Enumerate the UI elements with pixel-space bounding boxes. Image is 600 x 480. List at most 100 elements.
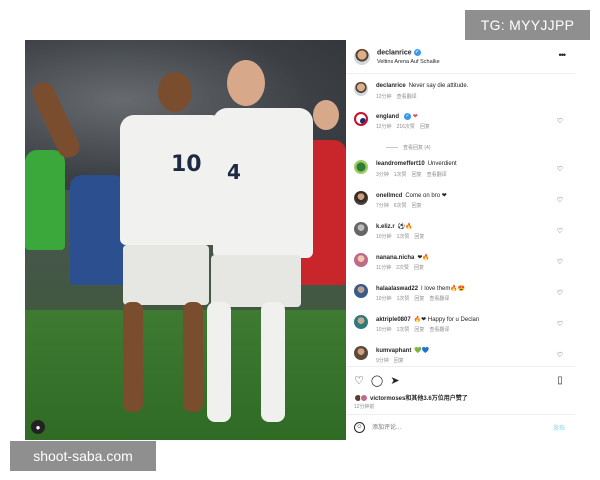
post-photo[interactable]: 10 4 ●	[25, 40, 346, 440]
reply-link[interactable]: 回复	[414, 296, 424, 302]
player-10-shirt	[120, 115, 225, 245]
comment-text: ⚽🔥	[397, 224, 413, 230]
user-tag-icon[interactable]: ●	[31, 420, 45, 434]
player-4-head	[227, 60, 265, 106]
post-sidebar: declanrice ✓ Veltins Arena Auf Schalke ••…	[346, 40, 575, 440]
comment-time: 11分钟	[376, 265, 392, 271]
reply-link[interactable]: 回复	[414, 327, 424, 333]
comment-avatar[interactable]	[354, 222, 368, 236]
player-10-number: 10	[171, 152, 202, 177]
reply-link[interactable]: 回复	[414, 234, 424, 240]
comment-likes[interactable]: 2次赞	[396, 265, 409, 271]
comment-text: Come on bro ❤	[405, 193, 447, 199]
heart-icon[interactable]: ♡	[352, 374, 366, 388]
comment-username[interactable]: declanrice	[376, 83, 406, 89]
emoji-icon[interactable]: ☺	[354, 422, 365, 433]
comment-text: 🔥❤ Happy for u Declan	[413, 317, 480, 323]
bookmark-icon[interactable]: ▯	[553, 374, 567, 388]
comment-input[interactable]	[372, 422, 522, 434]
comment-avatar[interactable]	[354, 191, 368, 205]
bg-photographer	[70, 175, 125, 285]
comment-item: k.eliz.r ⚽🔥 10分钟 1次赞 回复 ♡	[346, 220, 575, 250]
bg-player-red-head	[313, 100, 339, 130]
author-avatar[interactable]	[354, 49, 370, 65]
comment-avatar[interactable]	[354, 284, 368, 298]
comment-time: 9分钟	[376, 358, 389, 364]
comment-likes[interactable]: 1次赞	[394, 172, 407, 178]
translate-link[interactable]: 查看翻译	[429, 327, 449, 333]
comment-username[interactable]: england	[376, 114, 399, 120]
comment-like-icon[interactable]: ♡	[557, 227, 563, 235]
comment-item: halaalaswad22 I love them🔥😍 10分钟 1次赞 回复 查看翻译…	[346, 282, 575, 312]
author-username[interactable]: declanrice ✓	[377, 49, 421, 56]
comment-item: onellmcd Come on bro ❤ 7分钟 6次赞 回复 ♡	[346, 189, 575, 219]
verified-icon: ✓	[404, 113, 412, 120]
player-4-shorts	[211, 255, 301, 307]
comment-like-icon[interactable]: ♡	[557, 258, 563, 266]
comment-username[interactable]: k.eliz.r	[376, 224, 395, 230]
comment-time: 7分钟	[376, 203, 389, 209]
comment-item: leandromeffert10 Unverdient 3分钟 1次赞 回复 查看翻译 …	[346, 158, 575, 188]
comment-like-icon[interactable]: ♡	[557, 289, 563, 297]
post-location[interactable]: Veltins Arena Auf Schalke	[377, 59, 440, 65]
comment-text: Never say die attitude.	[408, 83, 469, 89]
player-10-shorts	[123, 245, 209, 305]
comment-like-icon[interactable]: ♡	[557, 165, 563, 173]
comment-avatar[interactable]	[354, 253, 368, 267]
comment-like-icon[interactable]: ♡	[557, 320, 563, 328]
comment-username[interactable]: halaalaswad22	[376, 286, 418, 292]
post-time: 12分钟前	[354, 404, 375, 410]
comment-username[interactable]: leandromeffert10	[376, 161, 425, 167]
comment-username[interactable]: onellmcd	[376, 193, 402, 199]
comments-list: declanrice Never say die attitude. 12分钟 查看…	[346, 76, 575, 366]
liker-avatar	[360, 394, 368, 403]
likes-summary[interactable]: victormoses和其他3.6万位用户赞了	[354, 393, 468, 403]
comment-like-icon[interactable]: ♡	[557, 351, 563, 359]
comment-time: 12分钟	[376, 124, 392, 130]
comment-icon[interactable]: ◯	[370, 374, 384, 388]
translate-link[interactable]: 查看翻译	[397, 94, 417, 100]
comment-username[interactable]: aktriple0807	[376, 317, 411, 323]
comment-likes[interactable]: 1次赞	[397, 234, 410, 240]
comment-likes[interactable]: 1次赞	[397, 296, 410, 302]
reply-link[interactable]: 回复	[420, 124, 430, 130]
reply-link[interactable]: 回复	[414, 265, 424, 271]
post-comment-button[interactable]: 发布	[553, 423, 565, 432]
post-actions: ♡ ◯ ➤ ▯ victormoses和其他3.6万位用户赞了 12分钟前	[346, 366, 575, 414]
watermark-site: shoot-saba.com	[10, 441, 156, 471]
add-comment-bar: ☺ 发布	[346, 414, 575, 440]
send-icon[interactable]: ➤	[388, 374, 402, 388]
comment-time: 12分钟	[376, 94, 392, 100]
comment-avatar[interactable]	[354, 82, 368, 96]
comment-likes[interactable]: 1次赞	[397, 327, 410, 333]
translate-link[interactable]: 查看翻译	[427, 172, 447, 178]
verified-icon: ✓	[413, 49, 421, 56]
translate-link[interactable]: 查看翻译	[429, 296, 449, 302]
comment-text: ❤🔥	[417, 255, 430, 261]
comment-avatar[interactable]	[354, 160, 368, 174]
comment-item: england ✓ ❤ 12分钟 216次赞 回复 ♡	[346, 110, 575, 140]
comment-avatar[interactable]	[354, 346, 368, 360]
comment-avatar[interactable]	[354, 112, 368, 126]
comment-likes[interactable]: 216次赞	[397, 124, 415, 130]
reply-link[interactable]: 回复	[412, 203, 422, 209]
comment-text: 💚💙	[414, 348, 430, 354]
comment-like-icon[interactable]: ♡	[557, 117, 563, 125]
comment-item: aktriple0807 🔥❤ Happy for u Declan 10分钟 1次…	[346, 313, 575, 343]
player-4-leg-left	[207, 302, 231, 422]
player-10-leg-right	[183, 302, 203, 412]
comment-like-icon[interactable]: ♡	[557, 196, 563, 204]
post-header: declanrice ✓ Veltins Arena Auf Schalke ••…	[346, 40, 575, 74]
more-horizontal-icon[interactable]: •••	[559, 50, 567, 60]
instagram-post: 10 4 ● declanrice ✓ Veltins Arena Auf Sch…	[25, 40, 575, 440]
reply-link[interactable]: 回复	[394, 358, 404, 364]
comment-text: Unverdient	[427, 161, 457, 167]
comment-avatar[interactable]	[354, 315, 368, 329]
view-replies-link[interactable]: 查看回复 (4)	[386, 144, 431, 151]
player-4-number: 4	[227, 160, 241, 184]
comment-username[interactable]: nanana.nicha	[376, 255, 414, 261]
comment-text: I love them🔥😍	[421, 286, 466, 292]
comment-likes[interactable]: 6次赞	[394, 203, 407, 209]
reply-link[interactable]: 回复	[412, 172, 422, 178]
comment-username[interactable]: kumvaphant	[376, 348, 411, 354]
